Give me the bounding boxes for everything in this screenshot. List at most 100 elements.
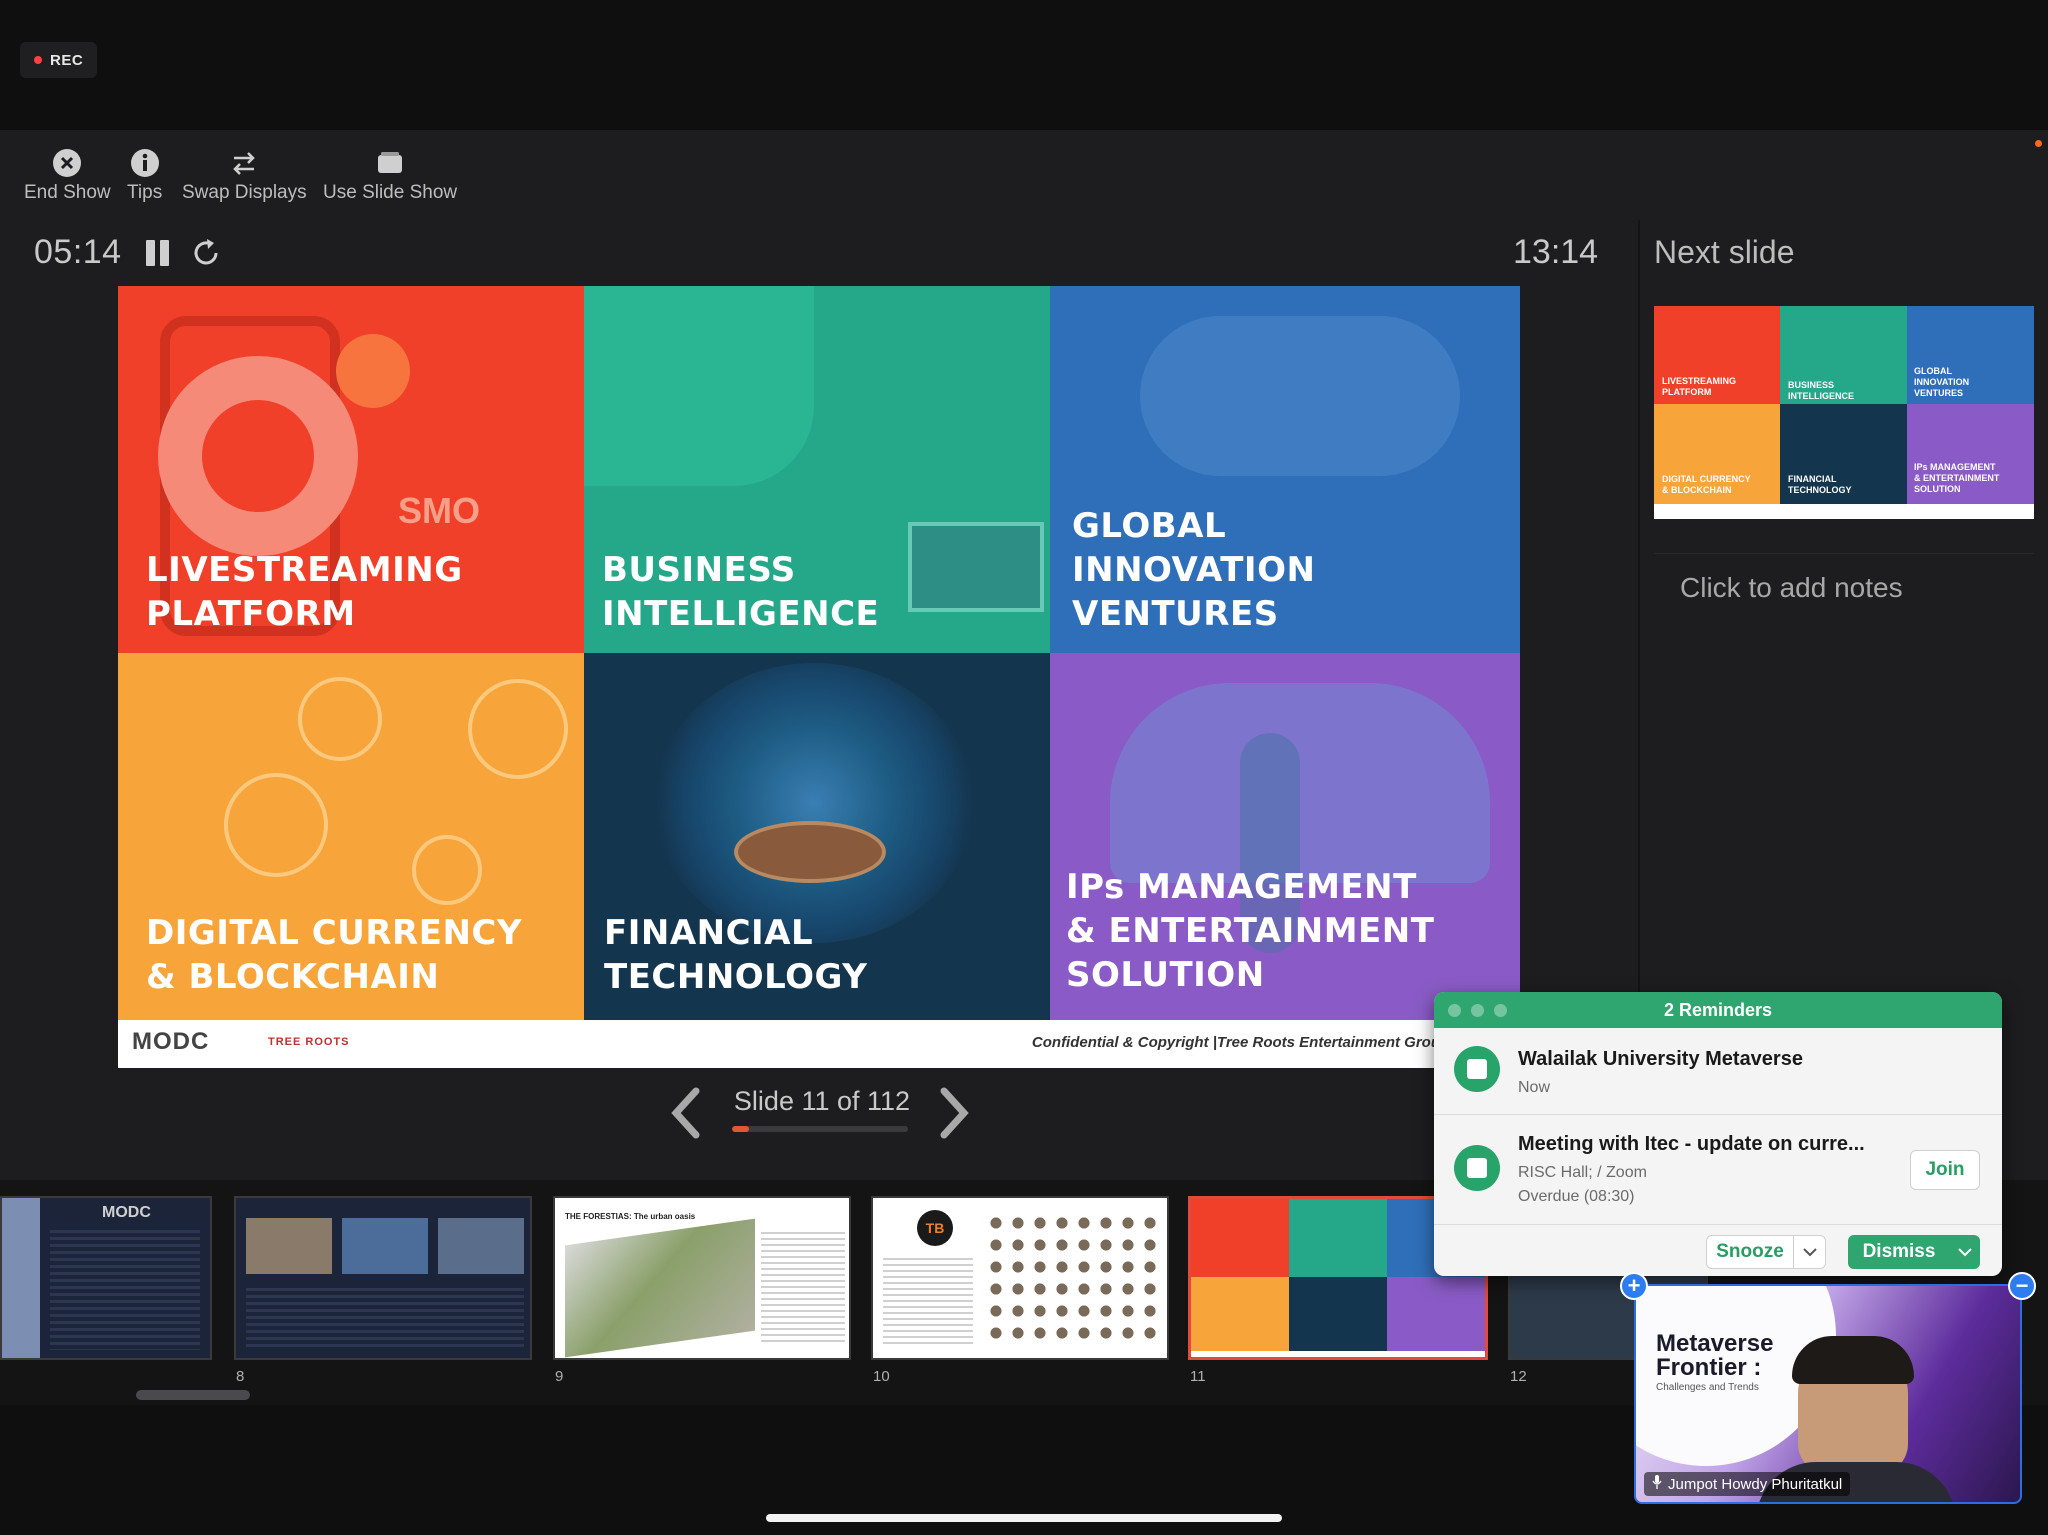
tree-roots-logo: TREE ROOTS [268, 1036, 350, 1048]
slideshow-icon [375, 148, 405, 178]
thumb-title: MODC [102, 1204, 151, 1221]
participant-name-tag: Jumpot Howdy Phuritatkul [1644, 1472, 1851, 1496]
thumb-title: TB [917, 1210, 953, 1246]
tile-label: BUSINESS INTELLIGENCE [602, 550, 880, 634]
notes-placeholder[interactable]: Click to add notes [1680, 572, 1903, 604]
tile-label: FINANCIAL TECHNOLOGY [604, 913, 868, 997]
reminder-overdue: Overdue (08:30) [1518, 1188, 1635, 1205]
next-thumb-label-1: LIVESTREAMING PLATFORM [1662, 376, 1737, 397]
dismiss-label: Dismiss [1862, 1241, 1936, 1262]
recording-label: REC [50, 51, 84, 69]
end-show-label: End Show [24, 182, 111, 203]
video-title-line1: Metaverse [1656, 1330, 1774, 1357]
next-slide-thumbnail[interactable]: LIVESTREAMING PLATFORM BUSINESS INTELLIGEN… [1654, 306, 2034, 519]
end-show-button[interactable]: End Show [24, 148, 111, 204]
tile-label: IPs MANAGEMENT & ENTERTAINMENT SOLUTION [1066, 867, 1435, 995]
video-slide-subtitle: Challenges and Trends [1656, 1382, 1759, 1393]
reminders-footer: Snooze Dismiss [1434, 1224, 2002, 1276]
pause-icon[interactable] [146, 240, 170, 266]
swap-displays-label: Swap Displays [182, 182, 307, 203]
filmstrip-thumb[interactable]: MODC [0, 1196, 212, 1360]
tile-ips-management: IPs MANAGEMENT & ENTERTAINMENT SOLUTION [1050, 653, 1520, 1020]
chevron-down-icon[interactable] [1793, 1236, 1825, 1268]
current-time: 13:14 [1513, 233, 1599, 271]
filmstrip-thumb[interactable]: TB [871, 1196, 1169, 1360]
tile-digital-currency: DIGITAL CURRENCY & BLOCKCHAIN [118, 653, 584, 1020]
next-slide-button[interactable] [934, 1085, 974, 1141]
tile-label: LIVESTREAMING PLATFORM [146, 550, 463, 634]
dismiss-button[interactable]: Dismiss [1848, 1235, 1980, 1269]
camera-indicator-dot [2035, 140, 2042, 147]
slide-footer: MODC TREE ROOTS Confidential & Copyright… [118, 1020, 1520, 1068]
reminders-count: 2 Reminders [1663, 999, 1773, 1020]
reminders-popup: 2 Reminders Walailak University Metavers… [1434, 992, 2002, 1276]
slide-progress-bar [732, 1126, 908, 1132]
filmstrip-number: 8 [236, 1368, 245, 1385]
muted-mic-icon [1652, 1475, 1662, 1493]
tile-livestreaming: SMO LIVESTREAMING PLATFORM [118, 286, 584, 653]
previous-slide-button[interactable] [666, 1085, 706, 1141]
snooze-button[interactable]: Snooze [1706, 1235, 1826, 1269]
panel-divider [1638, 220, 1640, 1120]
chevron-left-icon [671, 1087, 700, 1139]
top-status-area [0, 0, 2048, 130]
slide-counter: Slide 11 of 112 [733, 1086, 911, 1116]
use-slide-show-label: Use Slide Show [323, 182, 458, 203]
next-slide-heading: Next slide [1654, 234, 1795, 270]
tile-business-intelligence: BUSINESS INTELLIGENCE [584, 286, 1050, 653]
next-thumb-label-5: FINANCIAL TECHNOLOGY [1788, 474, 1852, 495]
progress-fill [732, 1126, 750, 1132]
participant-name: Jumpot Howdy Phuritatkul [1668, 1475, 1843, 1493]
swap-displays-button[interactable]: Swap Displays [182, 148, 307, 204]
tile-financial-technology: FINANCIAL TECHNOLOGY [584, 653, 1050, 1020]
next-thumb-label-4: DIGITAL CURRENCY & BLOCKCHAIN [1662, 474, 1751, 495]
recording-indicator: REC [20, 42, 98, 78]
tile-label: GLOBAL INNOVATION VENTURES [1072, 506, 1316, 634]
join-button[interactable]: Join [1910, 1150, 1980, 1190]
next-thumb-label-6: IPs MANAGEMENT & ENTERTAINMENT SOLUTION [1914, 462, 2000, 494]
thumb-title: THE FORESTIAS: The urban oasis [565, 1212, 696, 1221]
filmstrip-number: 9 [555, 1368, 564, 1385]
participant-hair [1792, 1336, 1914, 1384]
close-circle-icon [52, 148, 82, 178]
next-thumb-label-2: BUSINESS INTELLIGENCE [1788, 380, 1855, 401]
filmstrip-thumb[interactable]: THE FORESTIAS: The urban oasis [553, 1196, 851, 1360]
add-icon[interactable]: + [1620, 1272, 1648, 1300]
filmstrip-thumb[interactable] [234, 1196, 532, 1360]
modc-logo: MODC [132, 1028, 210, 1055]
tile-global-innovation: GLOBAL INNOVATION VENTURES [1050, 286, 1520, 653]
video-slide-title: Metaverse Frontier : [1656, 1332, 1773, 1380]
home-indicator[interactable] [766, 1514, 1282, 1522]
tips-button[interactable]: Tips [127, 148, 162, 204]
reminder-title: Walailak University Metaverse [1518, 1048, 1803, 1070]
reset-timer-icon[interactable] [190, 237, 222, 269]
reminder-location: RISC Hall; / Zoom [1518, 1164, 1647, 1181]
elapsed-timer: 05:14 [34, 233, 122, 271]
reminder-title: Meeting with Itec - update on curre... [1518, 1133, 1865, 1155]
notes-divider [1654, 553, 2034, 554]
reminder-item[interactable]: Walailak University Metaverse Now [1434, 1028, 2002, 1114]
chevron-right-icon [940, 1087, 969, 1139]
info-icon [130, 148, 160, 178]
filmstrip-scrollbar[interactable] [136, 1390, 250, 1400]
smo-logo-text: SMO [398, 490, 481, 531]
current-slide: SMO LIVESTREAMING PLATFORM BUSINESS INTE… [118, 286, 1520, 1068]
calendar-icon [1454, 1145, 1500, 1191]
reminders-header: 2 Reminders [1434, 992, 2002, 1028]
snooze-label: Snooze [1716, 1241, 1784, 1262]
next-thumb-label-3: GLOBAL INNOVATION VENTURES [1914, 366, 1970, 398]
window-controls[interactable] [1448, 1004, 1507, 1017]
calendar-icon [1454, 1046, 1500, 1092]
filmstrip-number: 11 [1190, 1368, 1206, 1385]
chevron-down-icon[interactable] [1950, 1247, 1980, 1257]
participant-video[interactable]: Metaverse Frontier : Challenges and Tren… [1634, 1284, 2022, 1504]
tips-label: Tips [127, 182, 163, 203]
use-slide-show-button[interactable]: Use Slide Show [323, 148, 457, 204]
filmstrip-number: 10 [873, 1368, 890, 1385]
minimize-icon[interactable]: − [2008, 1272, 2036, 1300]
record-dot-icon [34, 56, 42, 64]
tile-label: DIGITAL CURRENCY & BLOCKCHAIN [146, 913, 522, 997]
video-title-line2: Frontier : [1656, 1354, 1762, 1381]
footer-copyright: Confidential & Copyright |Tree Roots Ent… [1031, 1034, 1500, 1051]
filmstrip-number: 12 [1510, 1368, 1527, 1385]
